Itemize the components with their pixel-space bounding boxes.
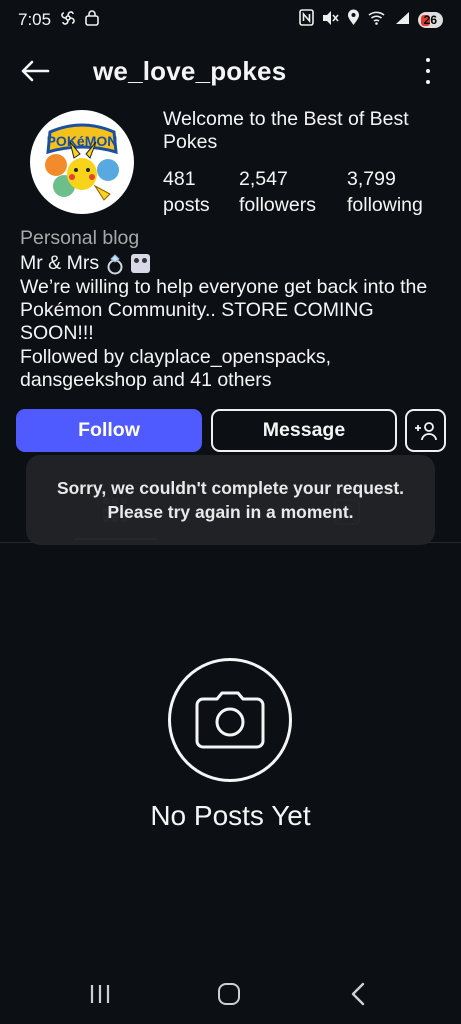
location-icon	[347, 9, 360, 31]
follow-button[interactable]: Follow	[16, 409, 202, 452]
system-nav-bar	[0, 970, 461, 1024]
bio-line-1: Mr & Mrs	[20, 252, 445, 275]
profile-stats: 481 posts 2,547 followers 3,799 followin…	[163, 166, 423, 218]
back-nav-icon[interactable]	[350, 982, 366, 1011]
battery-icon: 26	[417, 12, 443, 28]
profile-header: we_love_pokes	[0, 46, 461, 96]
signal-icon	[395, 10, 410, 30]
pinwheel-icon	[59, 9, 77, 32]
followed-by[interactable]: Followed by clayplace_openspacks, dansge…	[20, 346, 445, 392]
following-label: following	[347, 194, 423, 216]
status-time: 7:05	[18, 10, 52, 29]
wifi-icon	[368, 10, 387, 30]
status-bar: 7:05 26	[0, 0, 461, 40]
family-icon	[131, 254, 151, 273]
profile-category: Personal blog	[20, 227, 140, 249]
avatar[interactable]: POKéMON	[30, 110, 134, 214]
home-icon[interactable]	[218, 983, 240, 1005]
following-count: 3,799	[347, 168, 396, 190]
nfc-icon	[298, 9, 314, 31]
profile-username: we_love_pokes	[93, 56, 287, 86]
more-vertical-icon	[426, 58, 430, 62]
mute-icon	[322, 10, 339, 31]
arrow-left-icon	[21, 60, 50, 82]
error-toast: Sorry, we couldn't complete your request…	[26, 455, 435, 545]
followers-label: followers	[239, 194, 316, 216]
lock-icon	[85, 9, 99, 31]
recents-icon[interactable]	[89, 983, 111, 1010]
bio-text-1: Mr & Mrs	[20, 252, 100, 274]
svg-text:POKéMON: POKéMON	[47, 133, 118, 149]
posts-label: posts	[163, 194, 210, 216]
message-button[interactable]: Message	[211, 409, 397, 452]
empty-state-title: No Posts Yet	[150, 800, 311, 831]
battery-level: 26	[423, 13, 437, 27]
back-button[interactable]	[18, 56, 52, 86]
followers-count: 2,547	[239, 168, 288, 190]
posts-count: 481	[163, 168, 196, 190]
add-person-icon	[414, 421, 437, 440]
profile-display-name: Welcome to the Best of Best Pokes	[163, 108, 409, 153]
camera-icon	[168, 658, 292, 782]
suggested-people-button[interactable]	[405, 409, 446, 452]
more-options-button[interactable]	[423, 58, 433, 84]
bio-text-2: We’re willing to help everyone get back …	[20, 276, 428, 344]
stat-followers[interactable]: 2,547 followers	[239, 166, 347, 218]
stat-posts[interactable]: 481 posts	[163, 166, 239, 218]
stat-following[interactable]: 3,799 following	[347, 166, 423, 218]
ring-icon	[105, 253, 125, 275]
